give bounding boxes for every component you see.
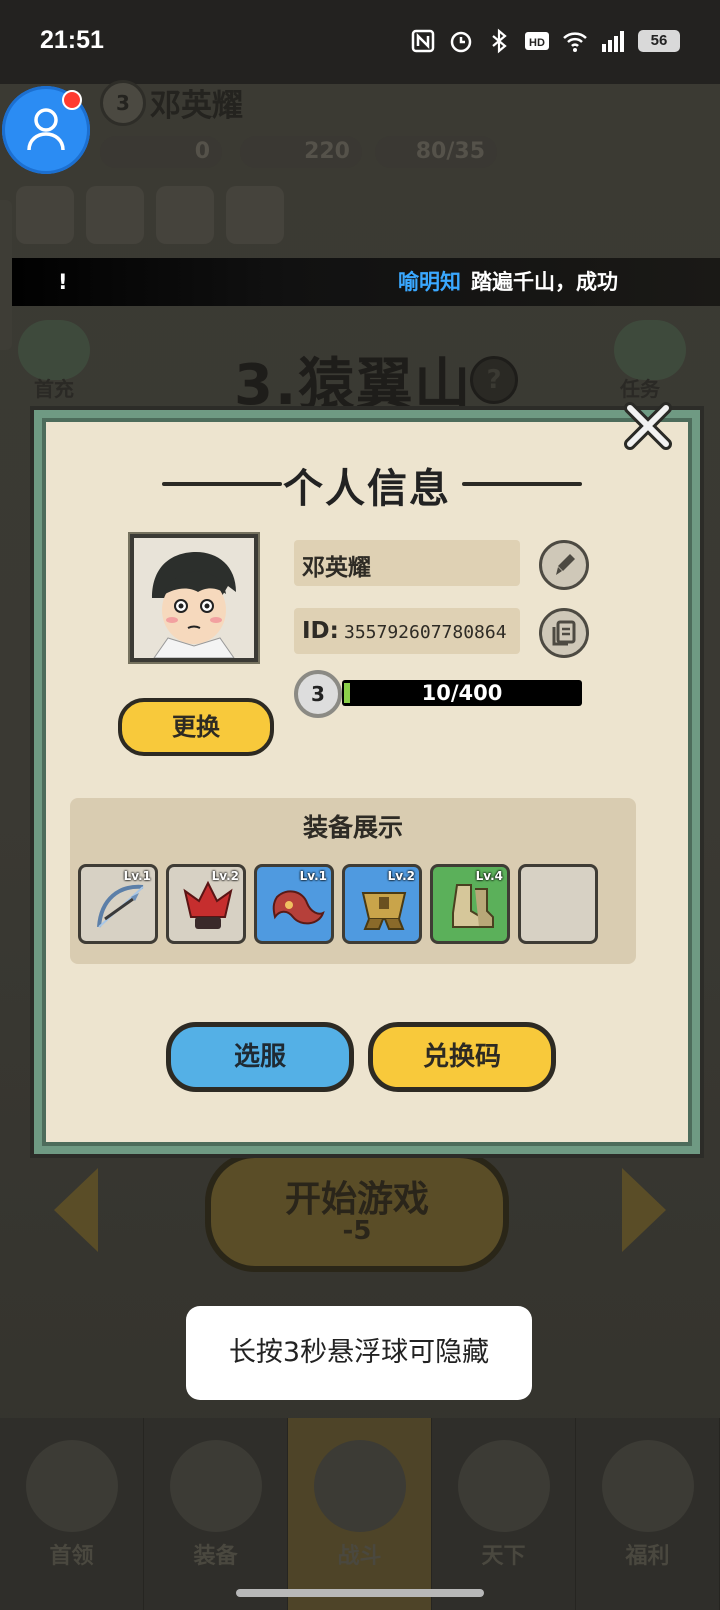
wifi-icon <box>563 32 587 52</box>
signal-icon <box>602 31 624 52</box>
broadcast-ticker: ! 喻明知 踏遍千山，成功 <box>0 258 720 306</box>
equip-slot-2[interactable]: Lv.2 <box>166 864 246 944</box>
status-time: 21:51 <box>40 26 104 54</box>
equipment-title: 装备展示 <box>302 813 403 842</box>
first-charge-icon[interactable] <box>18 320 90 380</box>
boss-icon <box>25 1440 118 1532</box>
start-game-label: 开始游戏 <box>284 1179 429 1220</box>
bow-icon <box>97 884 144 928</box>
nav-tab-welfare[interactable]: 福利 <box>576 1418 720 1610</box>
home-indicator[interactable] <box>236 1589 484 1597</box>
status-bar: 21:51 HD 56 <box>0 0 720 84</box>
settings-button[interactable] <box>156 186 214 244</box>
jade-counter: 220 <box>240 136 362 168</box>
toast-message: 长按3秒悬浮球可隐藏 <box>186 1306 532 1400</box>
side-drawer-handle[interactable] <box>0 200 12 350</box>
svg-text:HD: HD <box>529 37 545 49</box>
sash-icon <box>272 890 325 925</box>
copy-icon <box>552 620 576 646</box>
ticker-fragment: ! <box>58 270 68 294</box>
boots-icon <box>452 884 494 928</box>
helmet-icon <box>169 1440 262 1532</box>
floating-assist-ball[interactable] <box>2 86 90 174</box>
bottom-nav: 首领 装备 战斗 天下 福利 <box>0 1418 720 1610</box>
ticker-player-name: 喻明知 <box>398 270 461 294</box>
map-title: 3.猿翼山 <box>234 353 473 418</box>
equip-slot-3[interactable]: Lv.1 <box>254 864 334 944</box>
notification-dot <box>62 90 82 110</box>
equip-slot-6[interactable] <box>518 864 598 944</box>
hd-icon: HD <box>525 32 549 50</box>
equip-slot-4[interactable]: Lv.2 <box>342 864 422 944</box>
profile-level-badge: 3 <box>294 670 342 718</box>
edit-name-button[interactable] <box>539 540 589 590</box>
user-icon <box>27 108 65 151</box>
player-level-badge: 3 <box>100 80 146 126</box>
card-button[interactable] <box>16 186 74 244</box>
close-icon <box>624 402 672 450</box>
tasks-icon[interactable] <box>614 320 686 380</box>
swords-icon <box>313 1440 406 1532</box>
rank-button[interactable] <box>86 186 144 244</box>
mountain-icon <box>457 1440 550 1532</box>
id-field: ID: 355792607780864 <box>294 608 520 654</box>
red-helmet-icon <box>183 880 233 929</box>
friends-button[interactable] <box>226 186 284 244</box>
equip-slot-1[interactable]: Lv.1 <box>78 864 158 944</box>
nav-tab-world[interactable]: 天下 <box>432 1418 576 1610</box>
nfc-icon <box>411 29 435 53</box>
redeem-code-button[interactable]: 兑换码 <box>368 1022 556 1092</box>
status-icons: HD 56 <box>410 28 680 54</box>
xp-progress-bar: 10/400 <box>342 680 582 706</box>
equip-slot-5[interactable]: Lv.4 <box>430 864 510 944</box>
gold-armor-icon <box>361 892 407 930</box>
peach-counter: 80/35 <box>375 136 497 168</box>
profile-modal: 个人信息 更换 邓英耀 ID: 355792607780864 3 10/400… <box>34 410 700 1154</box>
character-portrait-icon <box>134 538 254 658</box>
start-game-button[interactable]: 开始游戏 -5 <box>205 1152 509 1272</box>
bluetooth-icon <box>492 28 507 54</box>
profile-name: 邓英耀 <box>302 555 371 581</box>
select-server-button[interactable]: 选服 <box>166 1022 354 1092</box>
id-value: 355792607780864 <box>344 622 507 643</box>
change-avatar-button[interactable]: 更换 <box>118 698 274 756</box>
xp-progress-text: 10/400 <box>421 681 503 705</box>
alarm-icon <box>450 31 472 53</box>
close-modal-button[interactable] <box>620 398 676 454</box>
nav-tab-battle[interactable]: 战斗 <box>288 1418 432 1610</box>
brush-icon <box>556 554 575 575</box>
help-icon[interactable]: ? <box>470 356 518 404</box>
ticker-message: 踏遍千山，成功 <box>471 270 618 294</box>
first-charge-label[interactable]: 首充 <box>34 373 74 402</box>
copy-id-button[interactable] <box>539 608 589 658</box>
battery-indicator: 56 <box>638 30 680 52</box>
start-cost: -5 <box>342 1216 372 1246</box>
prev-map-arrow[interactable] <box>54 1168 98 1252</box>
gift-icon <box>601 1440 694 1532</box>
id-label: ID: <box>302 618 339 644</box>
nav-tab-boss[interactable]: 首领 <box>0 1418 144 1610</box>
modal-title: 个人信息 <box>283 466 451 512</box>
avatar[interactable] <box>130 534 258 662</box>
name-field: 邓英耀 <box>294 540 520 586</box>
next-map-arrow[interactable] <box>622 1168 666 1252</box>
player-name: 邓英耀 <box>150 88 243 124</box>
nav-tab-equip[interactable]: 装备 <box>144 1418 288 1610</box>
coin-counter: 0 <box>100 136 222 168</box>
equipment-row: Lv.1 Lv.2 Lv.1 Lv.2 Lv.4 <box>78 864 598 944</box>
equipment-showcase: 装备展示 Lv.1 Lv.2 Lv.1 Lv.2 Lv.4 <box>70 798 636 964</box>
